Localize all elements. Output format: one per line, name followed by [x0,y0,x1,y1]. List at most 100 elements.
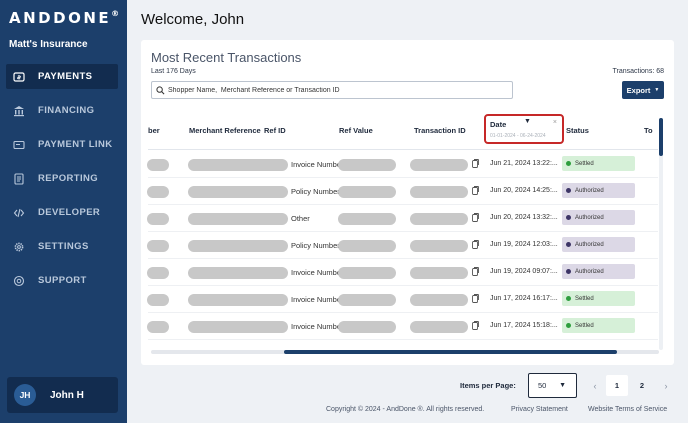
copy-icon[interactable] [472,294,479,303]
sidebar-item-label: DEVELOPER [38,207,101,218]
copy-icon[interactable] [472,240,479,249]
redacted-cell [338,321,396,333]
date-cell: Jun 19, 2024 12:03:... [490,241,558,248]
sidebar-item-payments[interactable]: PAYMENTS [6,64,118,89]
close-icon[interactable]: × [553,119,557,126]
horizontal-scroll-thumb[interactable] [284,350,617,354]
code-icon [13,207,25,219]
table-row[interactable]: Invoice Number Jun 17, 2024 16:17:... Se… [147,286,658,313]
search-input[interactable] [168,86,508,94]
search-icon [156,85,165,94]
table-row[interactable]: Invoice Number Jun 21, 2024 13:22:... Se… [147,151,658,178]
sidebar-item-label: SETTINGS [38,241,89,252]
column-date: Date [490,120,507,129]
terms-of-service-link[interactable]: Website Terms of Service [588,406,667,413]
sidebar: ANDDONE® Matt's Insurance PAYMENTS FINAN… [0,0,127,423]
redacted-cell [410,294,468,306]
column-total[interactable]: To [644,126,653,135]
horizontal-scrollbar[interactable] [151,350,659,354]
redacted-cell [188,213,288,225]
status-badge: Authorized [562,210,635,225]
ref-id-cell: Invoice Number [291,322,344,331]
sidebar-item-reporting[interactable]: REPORTING [6,166,118,191]
report-icon [13,172,25,185]
redacted-cell [188,294,288,306]
user-menu[interactable]: JH John H [7,377,118,413]
anddone-logo[interactable]: ANDDONE® [9,9,119,27]
date-cell: Jun 21, 2024 13:22:... [490,160,558,167]
redacted-cell [338,294,396,306]
ref-id-cell: Invoice Number [291,160,344,169]
column-transaction-id[interactable]: Transaction ID [414,126,466,135]
status-badge: Settled [562,318,635,333]
items-per-page-select[interactable]: 50 ▼ [528,373,577,398]
redacted-cell [410,267,468,279]
table-row[interactable]: Invoice Number Jun 19, 2024 09:07:... Au… [147,259,658,286]
redacted-cell [147,213,169,225]
page-2-button[interactable]: 2 [636,375,648,396]
copy-icon[interactable] [472,321,479,330]
search-box[interactable] [151,81,513,99]
redacted-cell [188,159,288,171]
organization-name: Matt's Insurance [9,39,88,50]
redacted-cell [147,240,169,252]
privacy-statement-link[interactable]: Privacy Statement [511,406,568,413]
ref-id-cell: Invoice Number [291,268,344,277]
redacted-cell [410,186,468,198]
table-row[interactable]: Policy Number Jun 20, 2024 14:25:... Aut… [147,178,658,205]
redacted-cell [338,213,396,225]
redacted-cell [147,159,169,171]
chevron-down-icon: ▼ [654,87,660,93]
column-status[interactable]: Status [566,126,589,135]
copy-icon[interactable] [472,186,479,195]
date-column-filter[interactable]: Date ▼ × 01-01-2024 - 06-24-2024 [484,114,564,144]
column-shopper[interactable]: ber [148,126,160,135]
copy-icon[interactable] [472,213,479,222]
sidebar-item-label: REPORTING [38,173,99,184]
column-merchant-reference[interactable]: Merchant Reference [189,126,261,135]
transactions-card: Most Recent Transactions Last 176 Days T… [141,40,674,365]
redacted-cell [188,267,288,279]
redacted-cell [147,186,169,198]
redacted-cell [410,213,468,225]
sidebar-item-label: SUPPORT [38,275,87,286]
date-cell: Jun 17, 2024 16:17:... [490,295,558,302]
ref-id-cell: Invoice Number [291,295,344,304]
next-page-button[interactable]: › [660,375,672,396]
copy-icon[interactable] [472,267,479,276]
sidebar-item-settings[interactable]: SETTINGS [6,234,118,259]
ref-id-cell: Other [291,214,310,223]
sidebar-item-support[interactable]: SUPPORT [6,268,118,293]
date-cell: Jun 20, 2024 13:32:... [490,214,558,221]
chevron-down-icon: ▼ [559,382,566,389]
redacted-cell [338,240,396,252]
table-row[interactable]: Policy Number Jun 19, 2024 12:03:... Aut… [147,232,658,259]
sidebar-item-label: FINANCING [38,105,95,116]
table-row[interactable]: Invoice Number Jun 17, 2024 15:18:... Se… [147,313,658,340]
export-button[interactable]: Export ▼ [622,81,664,99]
sidebar-item-payment-link[interactable]: PAYMENT LINK [6,132,118,157]
column-ref-value[interactable]: Ref Value [339,126,373,135]
redacted-cell [188,186,288,198]
redacted-cell [410,240,468,252]
date-range-input[interactable]: 01-01-2024 - 06-24-2024 [490,133,546,139]
page-1-button[interactable]: 1 [606,375,628,396]
status-badge: Authorized [562,183,635,198]
vertical-scroll-thumb[interactable] [659,118,663,156]
sidebar-item-financing[interactable]: FINANCING [6,98,118,123]
sidebar-nav: PAYMENTS FINANCING PAYMENT LINK REPORTIN… [6,64,118,302]
redacted-cell [410,159,468,171]
copy-icon[interactable] [472,159,479,168]
sidebar-item-label: PAYMENTS [38,71,93,82]
prev-page-button[interactable]: ‹ [589,375,601,396]
table-row[interactable]: Other Jun 20, 2024 13:32:... Authorized [147,205,658,232]
sidebar-item-developer[interactable]: DEVELOPER [6,200,118,225]
vertical-scrollbar[interactable] [659,118,663,350]
column-ref-id[interactable]: Ref ID [264,126,286,135]
user-name: John H [50,389,84,401]
bank-icon [13,105,25,117]
page-title: Welcome, John [141,11,245,28]
redacted-cell [188,321,288,333]
card-title: Most Recent Transactions [151,50,302,65]
chevron-down-icon[interactable]: ▼ [524,118,531,125]
